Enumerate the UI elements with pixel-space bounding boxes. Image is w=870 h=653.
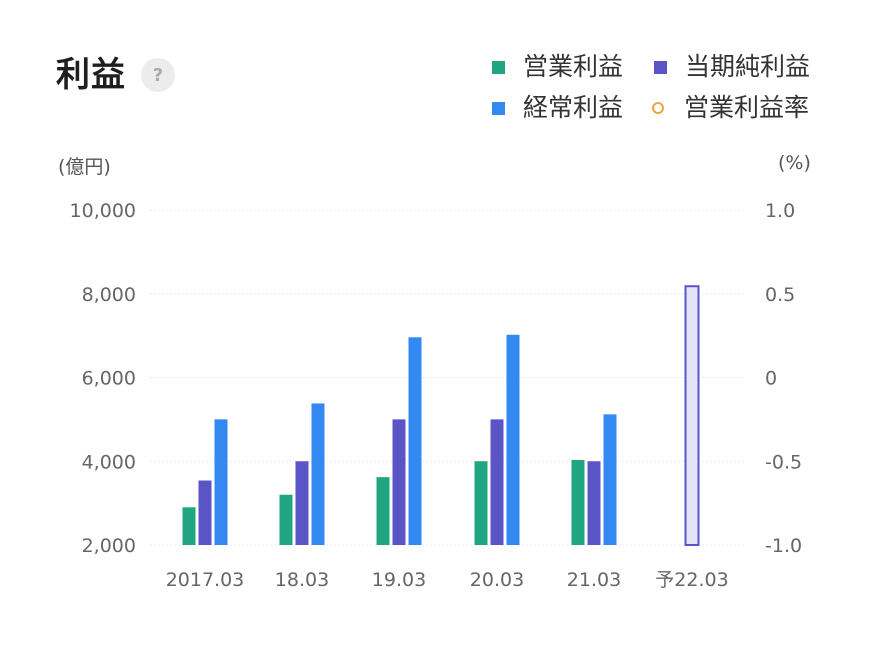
bar [376, 477, 390, 545]
x-tick-label: 予22.03 [655, 569, 728, 591]
right-tick-label: -0.5 [765, 451, 802, 473]
bar [408, 337, 422, 545]
left-tick-label: 6,000 [82, 368, 136, 390]
bar [490, 419, 504, 545]
x-tick-label: 2017.03 [166, 569, 245, 591]
bar [214, 419, 228, 545]
x-tick-label: 18.03 [275, 569, 329, 591]
forecast-bar [684, 285, 700, 546]
x-tick-label: 21.03 [567, 569, 621, 591]
left-tick-label: 4,000 [82, 451, 136, 473]
bars [182, 285, 700, 546]
right-tick-label: -1.0 [765, 535, 802, 557]
bar [587, 461, 601, 545]
bar [571, 459, 585, 545]
x-tick-label: 19.03 [372, 569, 426, 591]
bar [506, 334, 520, 545]
left-tick-label: 2,000 [82, 535, 136, 557]
bar [474, 461, 488, 545]
bar [295, 461, 309, 545]
profit-chart: 2,000 4,000 6,000 8,000 10,000 -1.0 -0.5 0 0.5 1.… [70, 200, 803, 591]
bar [198, 480, 212, 545]
bar [311, 403, 325, 545]
bar [392, 419, 406, 545]
right-tick-label: 1.0 [765, 200, 795, 222]
bar [603, 414, 617, 545]
x-tick-label: 20.03 [470, 569, 524, 591]
bar [182, 507, 196, 545]
gridlines [150, 209, 745, 546]
bar [279, 494, 293, 545]
left-tick-label: 10,000 [70, 200, 136, 222]
left-tick-label: 8,000 [82, 284, 136, 306]
right-tick-label: 0.5 [765, 284, 795, 306]
right-tick-label: 0 [765, 368, 777, 390]
